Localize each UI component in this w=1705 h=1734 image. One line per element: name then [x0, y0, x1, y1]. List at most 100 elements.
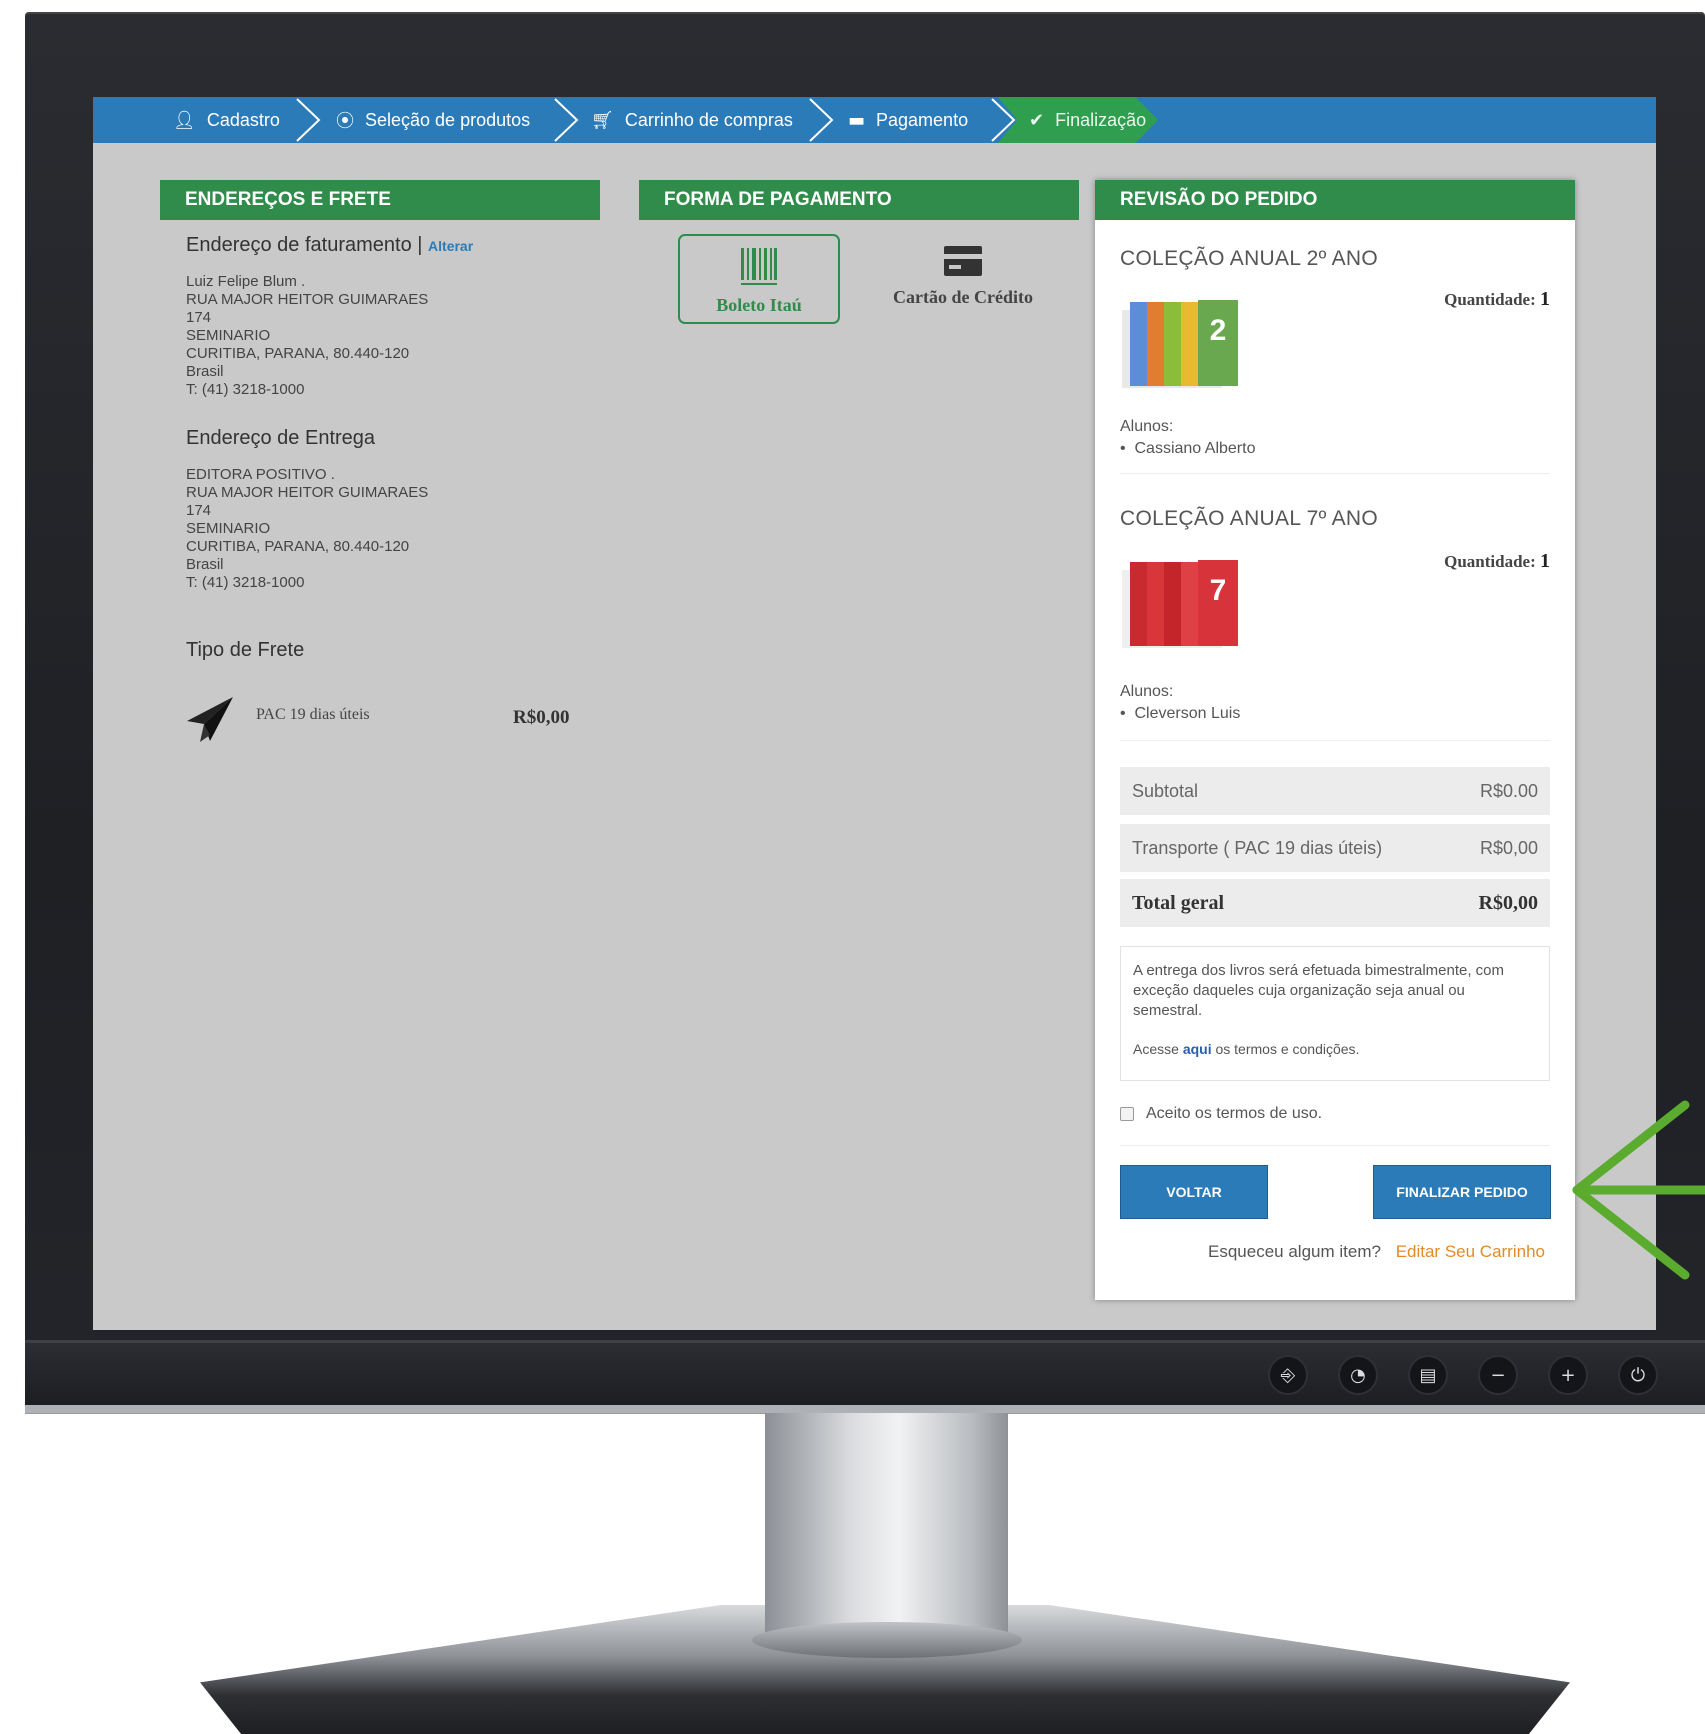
- product-quantity: Quantidade: 1: [1444, 550, 1550, 573]
- step-label: Seleção de produtos: [365, 109, 531, 130]
- payment-header: FORMA DE PAGAMENTO: [639, 180, 1079, 220]
- address-line: RUA MAJOR HEITOR GUIMARAES: [186, 484, 429, 501]
- monitor-controls: ⎆ ◔ ▤ − + ⏻: [1268, 1355, 1658, 1395]
- billing-title-text: Endereço de faturamento |: [186, 234, 423, 256]
- separator: [1120, 740, 1550, 741]
- edit-cart-link[interactable]: Editar Seu Carrinho: [1396, 1242, 1545, 1261]
- student-name: Cassiano Alberto: [1134, 440, 1256, 457]
- product-title: COLEÇÃO ANUAL 7º ANO: [1120, 507, 1378, 530]
- edit-billing-link[interactable]: Alterar: [428, 238, 473, 254]
- plus-icon[interactable]: +: [1548, 1355, 1588, 1395]
- cover-number: 7: [1210, 574, 1227, 607]
- address-line: T: (41) 3218-1000: [186, 574, 305, 591]
- quantity-label: Quantidade:: [1444, 552, 1536, 571]
- accept-terms[interactable]: Aceito os termos de uso.: [1120, 1105, 1322, 1123]
- circle-icon: ⦿: [336, 111, 354, 132]
- transport-value: R$0,00: [1479, 838, 1538, 858]
- total-label: Total geral: [1132, 892, 1225, 914]
- review-header: REVISÃO DO PEDIDO: [1095, 180, 1575, 220]
- input-icon[interactable]: ⎆: [1268, 1355, 1308, 1395]
- accept-terms-label: Aceito os termos de uso.: [1146, 1105, 1323, 1122]
- chevron-right-icon: [296, 98, 321, 142]
- menu-icon[interactable]: ◔: [1338, 1355, 1378, 1395]
- step-finalizacao[interactable]: ✔ Finalização: [1029, 97, 1146, 143]
- address-line: T: (41) 3218-1000: [186, 381, 305, 398]
- step-label: Pagamento: [876, 109, 969, 130]
- payment-option-label: Boleto Itaú: [716, 295, 802, 315]
- quantity-value: 1: [1540, 550, 1550, 572]
- paper-plane-icon: [187, 697, 233, 742]
- forgot-text: Esqueceu algum item?: [1208, 1242, 1381, 1261]
- address-line: CURITIBA, PARANA, 80.440-120: [186, 538, 410, 555]
- step-cadastro[interactable]: 👤︎ Cadastro: [173, 97, 280, 143]
- cart-icon: 🛒︎: [591, 109, 614, 131]
- product-title: COLEÇÃO ANUAL 2º ANO: [1120, 247, 1378, 270]
- power-icon[interactable]: ⏻: [1618, 1355, 1658, 1395]
- subtotal-value: R$0.00: [1479, 781, 1538, 801]
- student-item: • Cleverson Luis: [1120, 705, 1241, 722]
- freight-option: PAC 19 dias úteis R$0,00: [186, 695, 586, 745]
- quantity-label: Quantidade:: [1444, 290, 1536, 309]
- user-icon: 👤︎: [173, 109, 196, 131]
- monitor-stand-hub: [752, 1622, 1022, 1658]
- screen: 👤︎ Cadastro ⦿ Seleção de produtos 🛒︎ Car…: [93, 97, 1656, 1330]
- terms-link[interactable]: aqui: [1183, 1041, 1212, 1057]
- product-quantity: Quantidade: 1: [1444, 288, 1550, 311]
- students-label: Alunos:: [1120, 418, 1174, 435]
- address-line: Luiz Felipe Blum .: [186, 273, 306, 290]
- payment-option-card[interactable]: Cartão de Crédito: [868, 234, 1058, 324]
- delivery-note: A entrega dos livros será efetuada bimes…: [1133, 962, 1505, 1019]
- card-icon: ▬: [848, 109, 866, 131]
- order-review-panel: REVISÃO DO PEDIDO COLEÇÃO ANUAL 2º ANO Q…: [1095, 180, 1575, 1300]
- student-name: Cleverson Luis: [1134, 705, 1241, 722]
- monitor-rim: [25, 1405, 1705, 1413]
- subtotal-label: Subtotal: [1132, 781, 1199, 801]
- payment-option-label: Cartão de Crédito: [893, 287, 1033, 307]
- back-button[interactable]: VOLTAR: [1120, 1165, 1268, 1219]
- step-carrinho[interactable]: 🛒︎ Carrinho de compras: [591, 97, 793, 143]
- arrow-left-icon: [1572, 1100, 1705, 1280]
- step-selecao[interactable]: ⦿ Seleção de produtos: [336, 97, 530, 143]
- check-circle-icon: ✔: [1029, 109, 1045, 131]
- minus-icon[interactable]: −: [1478, 1355, 1518, 1395]
- address-line: 174: [186, 309, 212, 326]
- credit-card-icon: [944, 246, 982, 276]
- step-label: Finalização: [1055, 109, 1147, 130]
- total-value: R$0,00: [1478, 892, 1538, 914]
- step-pagamento[interactable]: ▬ Pagamento: [848, 97, 968, 143]
- total-row: Total geral R$0,00: [1120, 879, 1550, 927]
- book-collection-image: 7: [1122, 560, 1238, 648]
- chevron-right-icon: [554, 98, 579, 142]
- students-label: Alunos:: [1120, 683, 1174, 700]
- shipping-address: EDITORA POSITIVO . RUA MAJOR HEITOR GUIM…: [186, 466, 428, 592]
- chevron-right-icon: [991, 98, 1016, 142]
- address-line: SEMINARIO: [186, 327, 271, 344]
- billing-address: Luiz Felipe Blum . RUA MAJOR HEITOR GUIM…: [186, 273, 428, 399]
- monitor-stand-neck: [765, 1413, 1008, 1643]
- shipping-title: Endereço de Entrega: [186, 427, 376, 449]
- freight-label: PAC 19 dias úteis: [256, 706, 370, 723]
- address-line: SEMINARIO: [186, 520, 271, 537]
- delivery-terms-box: A entrega dos livros será efetuada bimes…: [1120, 946, 1550, 1081]
- checkout-steps: 👤︎ Cadastro ⦿ Seleção de produtos 🛒︎ Car…: [93, 97, 1656, 143]
- payment-option-boleto[interactable]: Boleto Itaú: [678, 234, 840, 324]
- separator: [1120, 473, 1550, 474]
- address-line: RUA MAJOR HEITOR GUIMARAES: [186, 291, 429, 308]
- terms-prefix: Acesse: [1133, 1041, 1179, 1057]
- billing-title: Endereço de faturamento | Alterar: [186, 234, 473, 257]
- subtotal-row: Subtotal R$0.00: [1120, 767, 1550, 815]
- transport-row: Transporte ( PAC 19 dias úteis) R$0,00: [1120, 824, 1550, 872]
- accept-terms-checkbox[interactable]: [1120, 1107, 1134, 1121]
- address-line: Brasil: [186, 363, 224, 380]
- address-line: 174: [186, 502, 212, 519]
- step-label: Carrinho de compras: [624, 109, 793, 130]
- addresses-header: ENDEREÇOS E FRETE: [160, 180, 600, 220]
- cover-number: 2: [1210, 314, 1227, 347]
- terms-suffix: os termos e condições.: [1215, 1041, 1360, 1057]
- terms-line: Acesse aqui os termos e condições.: [1133, 1039, 1537, 1059]
- quantity-value: 1: [1540, 288, 1550, 310]
- auto-icon[interactable]: ▤: [1408, 1355, 1448, 1395]
- step-label: Cadastro: [206, 109, 280, 130]
- address-line: EDITORA POSITIVO .: [186, 466, 335, 483]
- finish-order-button[interactable]: FINALIZAR PEDIDO: [1373, 1165, 1551, 1219]
